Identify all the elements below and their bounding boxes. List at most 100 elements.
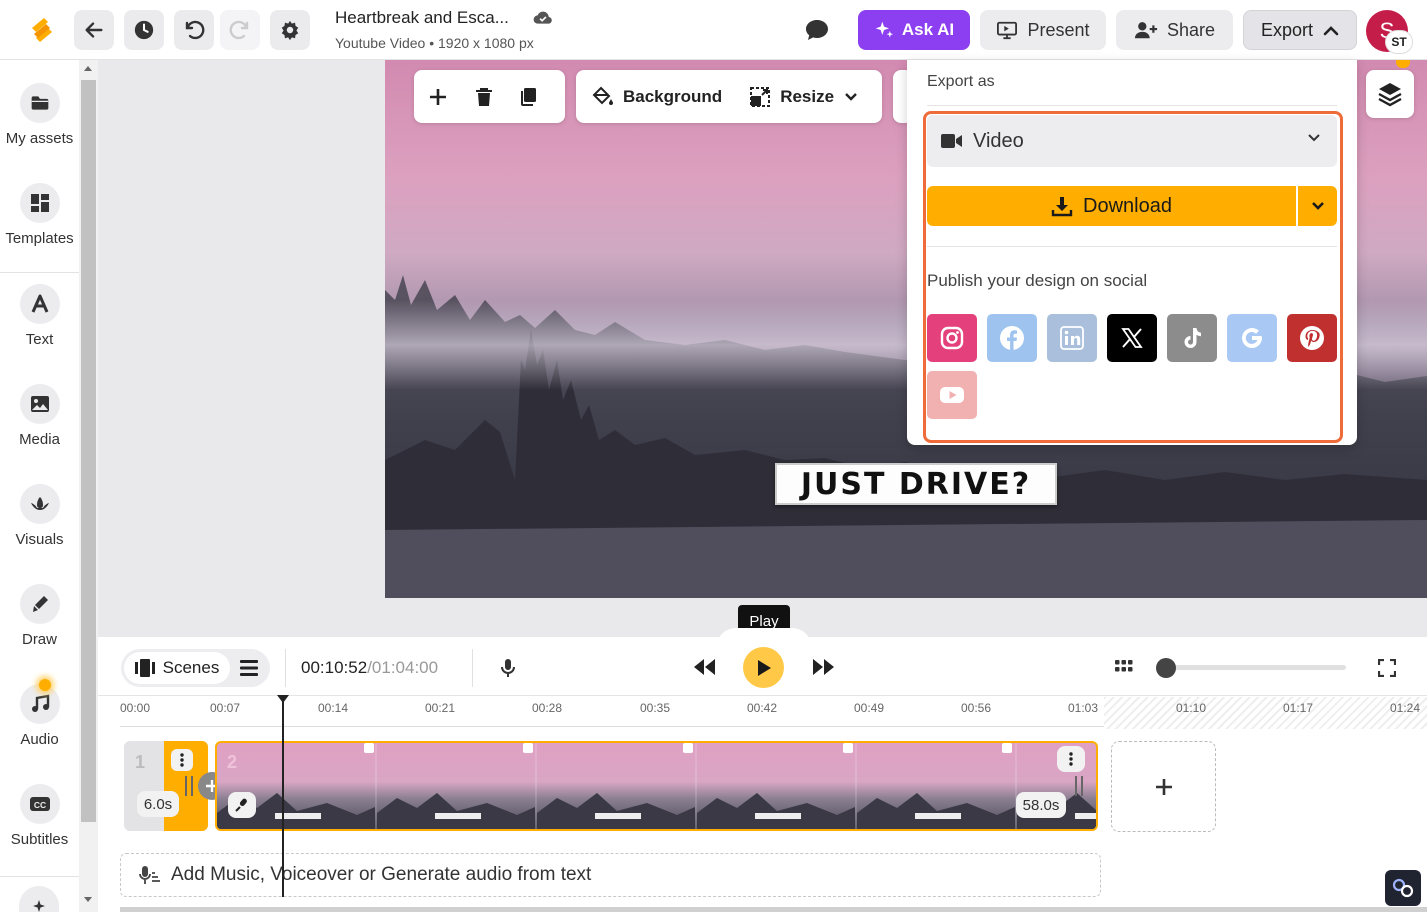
facebook-button[interactable] (987, 314, 1037, 362)
sidebar-item-templates[interactable]: Templates (0, 183, 79, 247)
chevron-down-icon (1308, 134, 1320, 142)
keyframe-marker[interactable] (523, 743, 533, 753)
redo-icon (229, 20, 249, 40)
google-button[interactable] (1227, 314, 1277, 362)
play-icon (757, 659, 771, 676)
x-icon (1121, 328, 1143, 348)
background-button[interactable]: Background (623, 87, 722, 107)
scene-menu-button[interactable] (1057, 746, 1085, 772)
scroll-up-arrow[interactable] (84, 66, 92, 71)
duplicate-icon[interactable] (510, 79, 546, 115)
export-button[interactable]: Export (1243, 10, 1357, 50)
keyframe-marker[interactable] (364, 743, 374, 753)
image-icon (19, 384, 60, 424)
clip-trim-handle[interactable] (1075, 776, 1083, 796)
export-format-select[interactable]: Video (927, 115, 1337, 167)
ruler-tick: 01:17 (1283, 701, 1314, 715)
list-view-button[interactable] (236, 656, 262, 680)
layers-button[interactable] (1366, 70, 1414, 118)
app-logo[interactable] (26, 14, 58, 46)
more-vertical-icon (1069, 752, 1073, 766)
add-user-icon (1134, 22, 1158, 39)
comment-button[interactable] (800, 14, 834, 46)
fast-forward-button[interactable] (812, 657, 836, 677)
sidebar-item-media[interactable]: Media (0, 384, 79, 448)
history-button[interactable] (124, 10, 164, 50)
zoom-slider-handle[interactable] (1156, 658, 1176, 678)
sidebar-item-audio[interactable]: Audio (0, 684, 79, 748)
sidebar-more-icon[interactable] (19, 886, 59, 912)
present-button[interactable]: Present (980, 10, 1106, 50)
fullscreen-button[interactable] (1378, 659, 1396, 677)
keyframe-marker[interactable] (683, 743, 693, 753)
scenes-view-button[interactable]: Scenes (124, 652, 230, 684)
help-widget-button[interactable] (1385, 870, 1421, 906)
folder-icon (19, 83, 60, 123)
clip-trim-handle[interactable] (185, 776, 193, 796)
x-button[interactable] (1107, 314, 1157, 362)
scene-menu-button[interactable] (171, 749, 193, 771)
scene-duration: 6.0s (137, 791, 179, 817)
back-button[interactable] (74, 10, 114, 50)
sidebar-item-my-assets[interactable]: My assets (0, 83, 79, 147)
share-button[interactable]: Share (1116, 10, 1233, 50)
download-button[interactable]: Download (927, 186, 1296, 226)
grid-icon (1115, 660, 1133, 672)
resize-icon (750, 86, 771, 107)
more-vertical-icon (180, 753, 184, 767)
undo-icon (185, 20, 205, 40)
instagram-button[interactable] (927, 314, 977, 362)
sidebar-item-label: Text (25, 331, 54, 348)
keyframe-marker[interactable] (1002, 743, 1012, 753)
youtube-button[interactable] (927, 371, 977, 419)
pinterest-button[interactable] (1287, 314, 1337, 362)
sidebar-item-draw[interactable]: Draw (0, 584, 79, 648)
tiktok-button[interactable] (1167, 314, 1217, 362)
ruler-tick: 01:10 (1176, 701, 1207, 715)
sidebar-item-visuals[interactable]: Visuals (0, 484, 79, 548)
keyframe-marker[interactable] (843, 743, 853, 753)
undo-button[interactable] (174, 10, 214, 50)
trash-icon[interactable] (466, 79, 502, 115)
sidebar-scroll-thumb[interactable] (81, 80, 96, 822)
current-time: 00:10:52 (301, 658, 368, 677)
team-badge[interactable]: ST (1385, 30, 1413, 54)
ruler-tick: 00:49 (854, 701, 885, 715)
rewind-button[interactable] (692, 657, 716, 677)
zoom-slider[interactable] (1166, 665, 1346, 670)
caption-text[interactable]: JUST DRIVE? (775, 463, 1057, 505)
download-options-button[interactable] (1298, 186, 1337, 226)
sidebar-item-text[interactable]: Text (0, 284, 79, 348)
playhead-handle[interactable] (277, 695, 289, 703)
present-label: Present (1027, 19, 1090, 40)
add-scene-icon[interactable] (420, 79, 456, 115)
resize-button[interactable]: Resize (780, 87, 834, 107)
export-title: Export as (927, 73, 995, 90)
sidebar-item-subtitles[interactable]: CC Subtitles (0, 784, 79, 848)
playhead[interactable] (282, 697, 284, 897)
chevron-down-icon[interactable] (844, 92, 858, 102)
play-button[interactable] (743, 647, 784, 688)
scene-voice-button[interactable] (228, 792, 256, 818)
ask-ai-button[interactable]: Ask AI (858, 10, 970, 50)
ruler-tick: 00:14 (318, 701, 349, 715)
chevron-up-icon (1323, 26, 1339, 36)
ruler-tick: 00:00 (120, 701, 151, 715)
list-icon (240, 660, 258, 676)
pen-icon (19, 584, 60, 624)
add-scene-button[interactable] (1111, 741, 1216, 832)
scene-clip-2[interactable] (215, 741, 1098, 831)
sidebar-item-label: Visuals (15, 531, 64, 548)
document-title[interactable]: Heartbreak and Esca... (335, 8, 509, 28)
chain-link-icon (1392, 878, 1414, 898)
text-icon (19, 284, 60, 324)
sidebar-item-label: Subtitles (10, 831, 69, 848)
linkedin-button[interactable] (1047, 314, 1097, 362)
add-audio-track[interactable]: Add Music, Voiceover or Generate audio f… (120, 853, 1101, 897)
record-voice-button[interactable] (497, 657, 519, 679)
timeline-scrollbar[interactable] (120, 907, 1427, 912)
settings-button[interactable] (270, 10, 310, 50)
scroll-down-arrow[interactable] (84, 897, 92, 902)
grid-view-button[interactable] (1115, 659, 1133, 675)
redo-button[interactable] (220, 10, 260, 50)
